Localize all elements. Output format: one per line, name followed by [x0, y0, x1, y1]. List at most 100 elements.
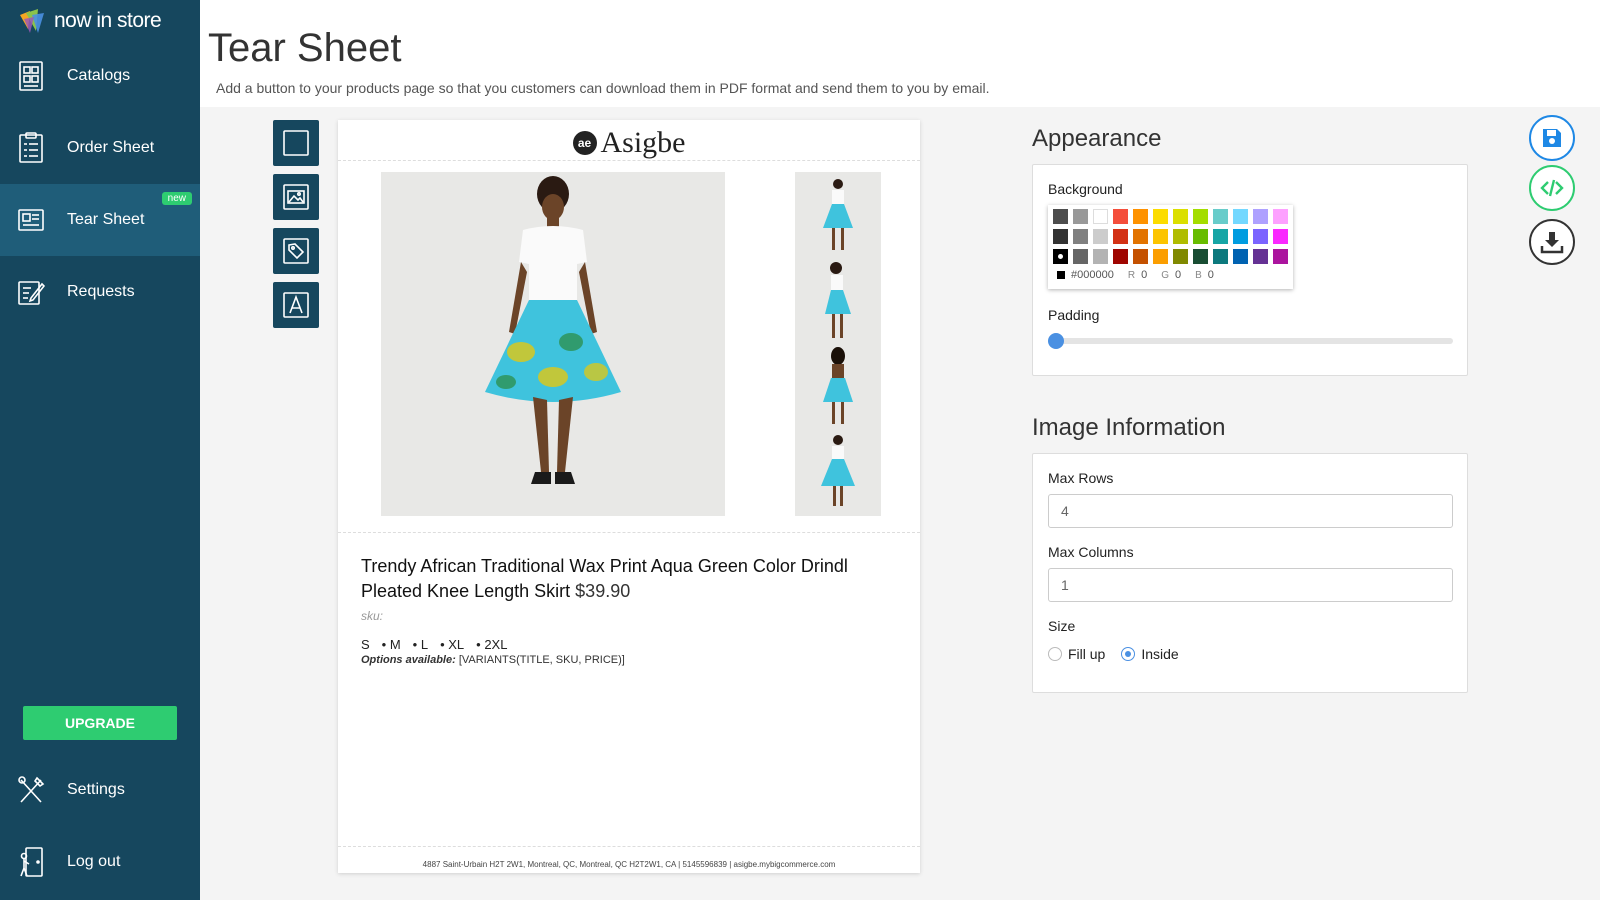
product-options: Options available: [VARIANTS(TITLE, SKU,…: [361, 654, 625, 666]
divider: [338, 160, 920, 161]
color-swatch[interactable]: [1053, 209, 1068, 224]
b-value[interactable]: 0: [1208, 269, 1214, 281]
color-swatch[interactable]: [1253, 249, 1268, 264]
sidebar-item-settings[interactable]: Settings: [0, 754, 200, 826]
color-swatch[interactable]: [1233, 229, 1248, 244]
rectangle-tool-button[interactable]: [273, 120, 319, 166]
upgrade-button[interactable]: UPGRADE: [23, 706, 177, 740]
product-thumbnail[interactable]: [795, 344, 881, 430]
padding-slider[interactable]: [1048, 333, 1453, 349]
fill-up-label[interactable]: Fill up: [1068, 646, 1105, 662]
color-swatch[interactable]: [1173, 229, 1188, 244]
sidebar-item-label: Order Sheet: [67, 139, 155, 156]
color-swatch[interactable]: [1093, 209, 1108, 224]
color-swatch[interactable]: [1173, 249, 1188, 264]
color-swatch[interactable]: [1233, 249, 1248, 264]
catalog-icon: [19, 61, 43, 91]
sidebar-item-catalogs[interactable]: Catalogs: [0, 40, 200, 112]
brand[interactable]: now in store: [0, 0, 200, 42]
image-tool-button[interactable]: [273, 174, 319, 220]
color-swatch[interactable]: [1133, 209, 1148, 224]
sidebar-item-label: Settings: [67, 781, 125, 798]
store-logo-mark: ae: [572, 131, 597, 155]
color-swatch[interactable]: [1213, 229, 1228, 244]
color-picker[interactable]: #000000 R 0 G 0 B 0: [1048, 205, 1293, 289]
slider-handle[interactable]: [1048, 333, 1064, 349]
variant-item: • M: [381, 637, 401, 652]
max-rows-input[interactable]: [1048, 494, 1453, 528]
color-swatch[interactable]: [1133, 249, 1148, 264]
sidebar-item-tear-sheet[interactable]: Tear Sheet new: [0, 184, 200, 256]
embed-code-button[interactable]: [1529, 165, 1575, 211]
b-label: B: [1195, 269, 1202, 281]
size-options: Fill up Inside: [1048, 646, 1179, 662]
tear-sheet-preview[interactable]: ae Asigbe Trendy African Traditional Wax…: [338, 120, 920, 873]
product-main-image: [381, 172, 725, 516]
sidebar-item-label: Catalogs: [67, 67, 131, 84]
text-tool-icon: [283, 292, 309, 318]
sidebar-item-requests[interactable]: Requests: [0, 256, 200, 328]
tag-tool-icon: [283, 238, 309, 264]
color-swatch[interactable]: [1053, 229, 1068, 244]
variant-item: • XL: [440, 637, 465, 652]
requests-icon: [18, 281, 45, 305]
color-swatch[interactable]: [1273, 229, 1288, 244]
max-rows-label: Max Rows: [1048, 470, 1114, 486]
product-thumbnail[interactable]: [795, 430, 881, 516]
color-swatch[interactable]: [1113, 229, 1128, 244]
color-swatch[interactable]: [1093, 249, 1108, 264]
color-swatch[interactable]: [1193, 229, 1208, 244]
color-swatch[interactable]: [1173, 209, 1188, 224]
product-thumbnail[interactable]: [795, 258, 881, 344]
sidebar-item-logout[interactable]: Log out: [0, 826, 200, 898]
appearance-title: Appearance: [1032, 125, 1162, 152]
store-footer: 4887 Saint-Urbain H2T 2W1, Montreal, QC,…: [422, 860, 836, 869]
text-tool-button[interactable]: [273, 282, 319, 328]
color-swatch[interactable]: [1273, 209, 1288, 224]
g-label: G: [1161, 269, 1169, 281]
color-swatch[interactable]: [1073, 209, 1088, 224]
color-swatch[interactable]: [1113, 209, 1128, 224]
download-button[interactable]: [1529, 219, 1575, 265]
sidebar: now in store Catalogs Order Sheet Tear S…: [0, 0, 200, 900]
g-value[interactable]: 0: [1175, 269, 1181, 281]
background-label: Background: [1048, 181, 1123, 197]
now-in-store-logo-icon: [20, 9, 44, 33]
variant-item: • 2XL: [476, 637, 508, 652]
color-swatch[interactable]: [1113, 249, 1128, 264]
r-value[interactable]: 0: [1141, 269, 1147, 281]
sidebar-item-order-sheet[interactable]: Order Sheet: [0, 112, 200, 184]
current-color-swatch: [1057, 271, 1065, 279]
fill-up-radio[interactable]: [1048, 647, 1062, 661]
color-swatch[interactable]: [1213, 209, 1228, 224]
swatch-grid: [1053, 209, 1288, 264]
color-swatch[interactable]: [1153, 209, 1168, 224]
color-swatch[interactable]: [1073, 229, 1088, 244]
color-swatch[interactable]: [1193, 209, 1208, 224]
product-price: $39.90: [575, 581, 631, 601]
color-swatch[interactable]: [1133, 229, 1148, 244]
variant-item: S: [361, 637, 370, 652]
color-swatch[interactable]: [1093, 229, 1108, 244]
inside-label[interactable]: Inside: [1141, 646, 1178, 662]
color-swatch[interactable]: [1193, 249, 1208, 264]
max-columns-input[interactable]: [1048, 568, 1453, 602]
tear-sheet-icon: [18, 209, 44, 231]
product-thumbnail[interactable]: [795, 172, 881, 258]
color-swatch[interactable]: [1073, 249, 1088, 264]
color-swatch[interactable]: [1053, 249, 1068, 264]
store-logo-text: Asigbe: [600, 126, 686, 159]
page-header: Tear Sheet Add a button to your products…: [200, 0, 1600, 107]
tag-tool-button[interactable]: [273, 228, 319, 274]
color-swatch[interactable]: [1153, 229, 1168, 244]
color-swatch[interactable]: [1213, 249, 1228, 264]
color-swatch[interactable]: [1253, 229, 1268, 244]
color-swatch[interactable]: [1253, 209, 1268, 224]
inside-radio[interactable]: [1121, 647, 1136, 661]
color-values: #000000 R 0 G 0 B 0: [1053, 269, 1288, 281]
color-swatch[interactable]: [1273, 249, 1288, 264]
color-swatch[interactable]: [1153, 249, 1168, 264]
save-button[interactable]: [1529, 115, 1575, 161]
hex-value[interactable]: #000000: [1071, 269, 1114, 281]
color-swatch[interactable]: [1233, 209, 1248, 224]
